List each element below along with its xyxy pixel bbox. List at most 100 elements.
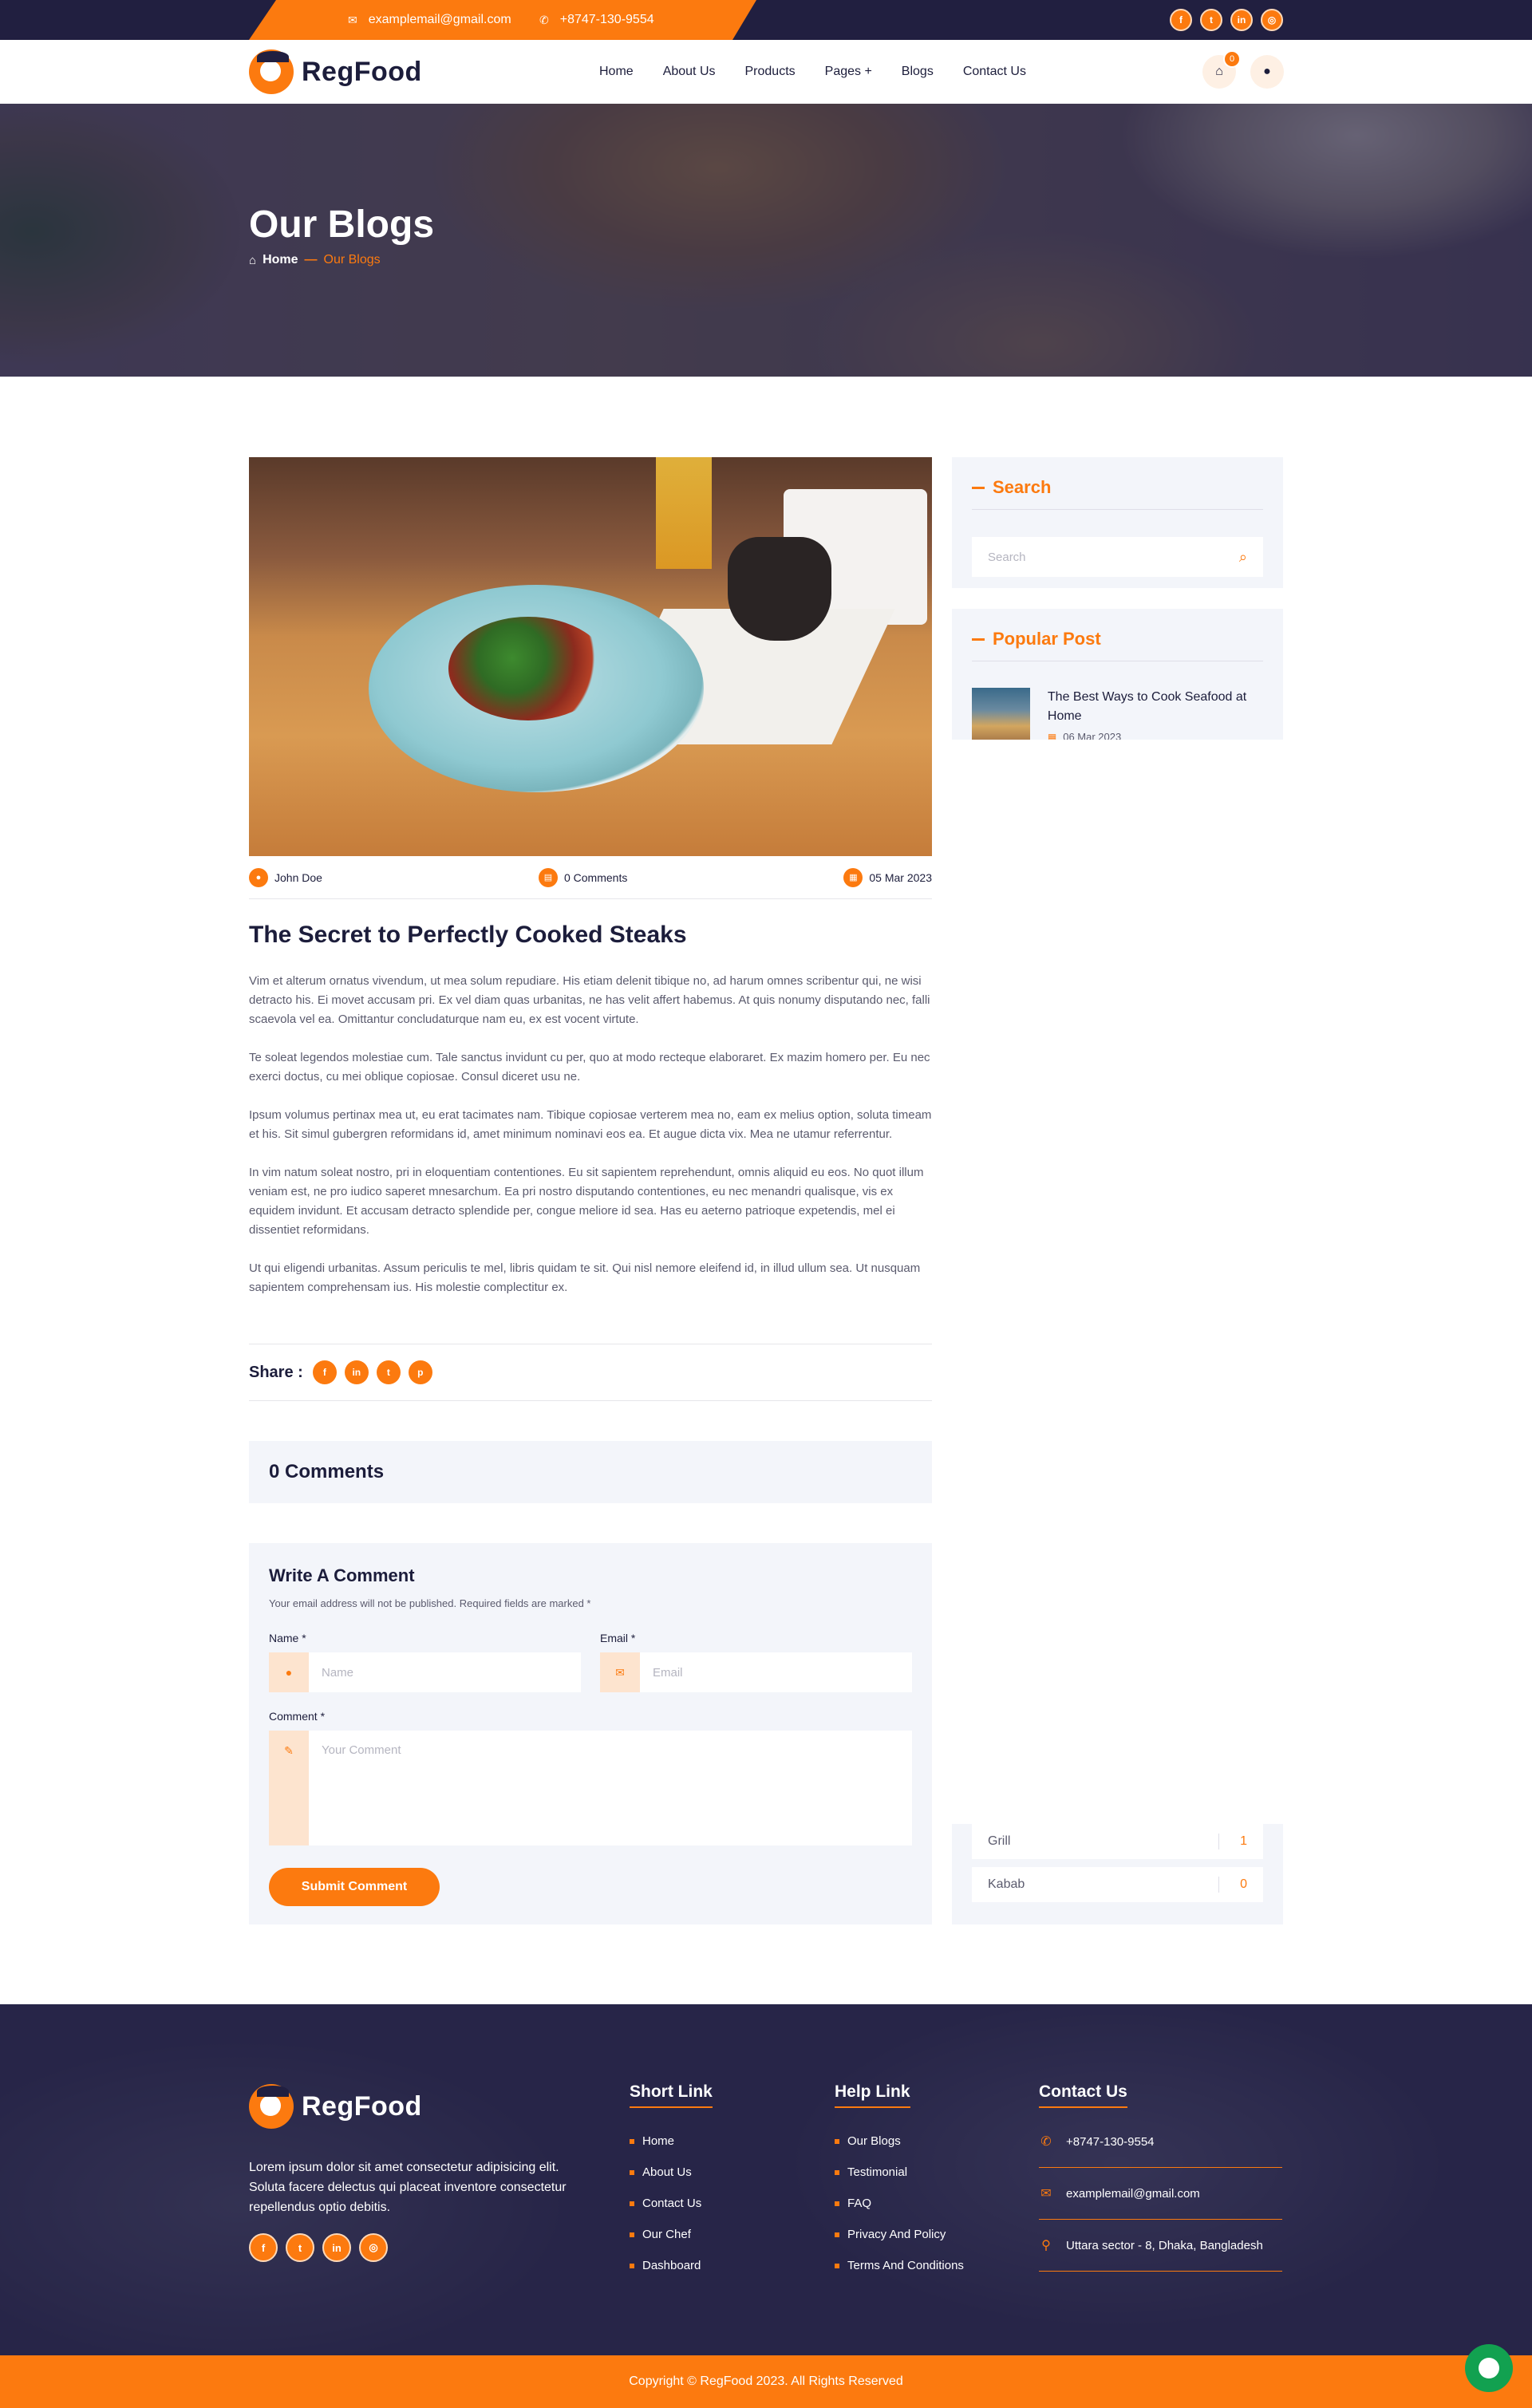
basket-icon: ⌂ xyxy=(1215,65,1223,78)
search-widget: Search ⌕ xyxy=(952,457,1283,588)
share-icons: f in t p xyxy=(312,1360,432,1384)
name-input[interactable] xyxy=(309,1652,581,1692)
footer-link-testimonial[interactable]: Testimonial xyxy=(835,2157,964,2188)
footer-link-about-us[interactable]: About Us xyxy=(630,2157,713,2188)
category-item[interactable]: Kabab 0 xyxy=(972,1867,1263,1902)
linkedin-icon[interactable]: in xyxy=(322,2233,351,2262)
share-label: Share : xyxy=(249,1363,303,1381)
popular-post-thumbnail[interactable] xyxy=(972,688,1030,740)
popular-post-date-text: 06 Mar 2023 xyxy=(1063,731,1122,740)
footer-link-faq[interactable]: FAQ xyxy=(835,2188,964,2219)
footer-link-home[interactable]: Home xyxy=(630,2126,713,2157)
sidebar-search[interactable]: ⌕ xyxy=(972,537,1263,577)
post-paragraph: Ipsum volumus pertinax mea ut, eu erat t… xyxy=(249,1108,932,1141)
breadcrumb-separator: — xyxy=(304,253,318,266)
user-icon: ● xyxy=(1263,65,1271,78)
breadcrumb-home[interactable]: Home xyxy=(263,253,298,267)
footer-link-dashboard[interactable]: Dashboard xyxy=(630,2250,713,2281)
comment-form-title: Write A Comment xyxy=(269,1565,415,1585)
linkedin-icon[interactable]: in xyxy=(1230,9,1253,31)
linkedin-icon[interactable]: in xyxy=(344,1360,369,1384)
chat-button[interactable] xyxy=(1465,2344,1513,2392)
category-item[interactable]: Grill 1 xyxy=(972,1824,1263,1859)
nav-home[interactable]: Home xyxy=(599,65,634,79)
page-hero: Our Blogs ⌂ Home — Our Blogs xyxy=(0,104,1532,377)
help-link-list: Our Blogs Testimonial FAQ Privacy And Po… xyxy=(835,2126,964,2281)
search-icon[interactable]: ⌕ xyxy=(1239,549,1247,566)
post-author[interactable]: ● John Doe xyxy=(249,867,322,887)
email-input[interactable] xyxy=(640,1652,912,1692)
facebook-icon[interactable]: f xyxy=(249,2233,278,2262)
cart-button[interactable]: ⌂ 0 xyxy=(1202,50,1241,89)
comment-textarea[interactable] xyxy=(309,1731,912,1845)
top-social-links: f t in ◎ xyxy=(1170,9,1283,31)
submit-comment-button[interactable]: Submit Comment xyxy=(269,1868,440,1906)
post-comments-count[interactable]: ▤ 0 Comments xyxy=(538,867,628,887)
contact-email-text: examplemail@gmail.com xyxy=(1066,2186,1200,2201)
page-title: Our Blogs xyxy=(249,203,435,246)
site-logo[interactable]: RegFood xyxy=(249,49,422,94)
facebook-icon[interactable]: f xyxy=(312,1360,337,1384)
post-paragraph: In vim natum soleat nostro, pri in eloqu… xyxy=(249,1166,924,1237)
top-phone[interactable]: ✆ +8747-130-9554 xyxy=(539,0,654,40)
footer-link-our-chef[interactable]: Our Chef xyxy=(630,2219,713,2250)
category-widget: Grill 1 Kabab 0 xyxy=(952,1824,1283,1924)
footer-short-links: Short Link Home About Us Contact Us Our … xyxy=(630,2082,713,2281)
title-dash xyxy=(972,638,985,641)
popular-post-item[interactable]: The Best Ways to Cook Seafood at Home ▦ … xyxy=(972,688,1263,740)
short-link-list: Home About Us Contact Us Our Chef Dashbo… xyxy=(630,2126,713,2281)
search-widget-title: Search xyxy=(972,477,1263,510)
comment-form-note: Your email address will not be published… xyxy=(269,1597,591,1609)
nav-about-us[interactable]: About Us xyxy=(663,65,716,79)
comment-field[interactable]: ✎ xyxy=(269,1731,912,1845)
popular-post-widget: Popular Post The Best Ways to Cook Seafo… xyxy=(952,609,1283,740)
footer-link-our-blogs[interactable]: Our Blogs xyxy=(835,2126,964,2157)
twitter-icon[interactable]: t xyxy=(1200,9,1222,31)
nav-pages[interactable]: Pages + xyxy=(825,65,872,79)
nav-menu: Home About Us Products Pages + Blogs Con… xyxy=(599,40,1026,104)
twitter-icon[interactable]: t xyxy=(376,1360,401,1384)
comment-form: Write A Comment Your email address will … xyxy=(249,1543,932,1924)
twitter-icon[interactable]: t xyxy=(286,2233,314,2262)
facebook-icon[interactable]: f xyxy=(1170,9,1192,31)
share-row: Share : f in t p xyxy=(249,1344,932,1401)
instagram-icon[interactable]: ◎ xyxy=(359,2233,388,2262)
popular-post-title-text: Popular Post xyxy=(993,629,1101,649)
nav-products[interactable]: Products xyxy=(745,65,796,79)
popular-post-item-title[interactable]: The Best Ways to Cook Seafood at Home xyxy=(1048,688,1263,726)
nav-contact-us[interactable]: Contact Us xyxy=(963,65,1026,79)
user-icon: ● xyxy=(249,867,268,887)
footer-link-contact-us[interactable]: Contact Us xyxy=(630,2188,713,2219)
top-bar: ✉ examplemail@gmail.com ✆ +8747-130-9554… xyxy=(0,0,1532,40)
footer-link-privacy[interactable]: Privacy And Policy xyxy=(835,2219,964,2250)
sidebar-search-input[interactable] xyxy=(988,550,1227,564)
footer-link-terms[interactable]: Terms And Conditions xyxy=(835,2250,964,2281)
email-field[interactable]: ✉ xyxy=(600,1652,912,1692)
post-comments-text: 0 Comments xyxy=(563,870,628,884)
top-phone-text: +8747-130-9554 xyxy=(559,13,654,26)
top-email-text: examplemail@gmail.com xyxy=(368,13,511,26)
nav-blogs[interactable]: Blogs xyxy=(902,65,934,79)
pinterest-icon[interactable]: p xyxy=(408,1360,432,1384)
post-paragraph: Vim et alterum ornatus vivendum, ut mea … xyxy=(249,974,930,1026)
category-name: Kabab xyxy=(988,1877,1025,1891)
blog-featured-image xyxy=(249,457,932,856)
account-button[interactable]: ● xyxy=(1250,55,1284,89)
footer-contact: Contact Us ✆ +8747-130-9554 ✉ examplemai… xyxy=(1039,2082,1282,2272)
contact-address: ⚲ Uttara sector - 8, Dhaka, Bangladesh xyxy=(1039,2220,1282,2272)
footer-overlay xyxy=(0,2004,1532,2355)
chat-bubble-icon xyxy=(1479,2358,1499,2378)
name-field[interactable]: ● xyxy=(269,1652,581,1692)
footer-logo[interactable]: RegFood xyxy=(249,2084,422,2129)
search-widget-title-text: Search xyxy=(993,477,1052,497)
top-email[interactable]: ✉ examplemail@gmail.com xyxy=(348,0,511,40)
copyright-bar: Copyright © RegFood 2023. All Rights Res… xyxy=(0,2355,1532,2408)
envelope-icon: ✉ xyxy=(348,13,357,26)
contact-phone[interactable]: ✆ +8747-130-9554 xyxy=(1039,2116,1282,2168)
post-author-name: John Doe xyxy=(274,870,322,884)
user-icon: ● xyxy=(269,1652,309,1692)
instagram-icon[interactable]: ◎ xyxy=(1261,9,1283,31)
popular-post-title: Popular Post xyxy=(972,629,1263,661)
contact-email[interactable]: ✉ examplemail@gmail.com xyxy=(1039,2168,1282,2220)
calendar-icon: ▦ xyxy=(1047,731,1057,740)
